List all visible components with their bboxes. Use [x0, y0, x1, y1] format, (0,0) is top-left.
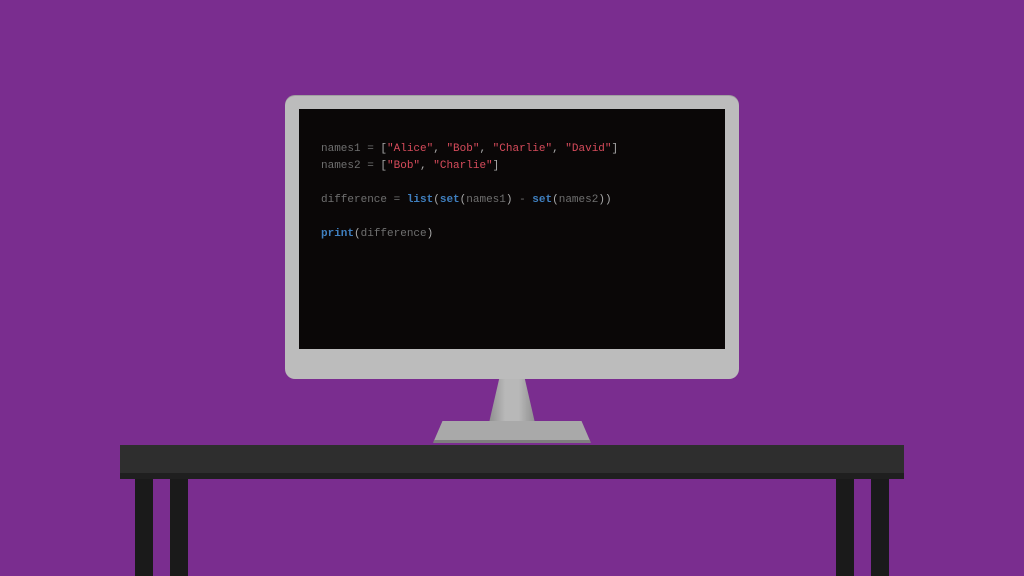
assign-op: =: [361, 160, 381, 172]
code-line-4: print(difference): [321, 228, 433, 240]
string-literal: "Bob": [387, 160, 420, 172]
desk-leg: [170, 479, 188, 576]
monitor-stand-neck: [489, 379, 535, 423]
builtin-list: list: [407, 194, 433, 206]
string-literal: "Charlie": [493, 143, 552, 155]
desk-edge: [120, 473, 904, 479]
bracket-close: ]: [612, 143, 619, 155]
paren-open: (: [354, 228, 361, 240]
paren-open: (: [552, 194, 559, 206]
variable-ref: names1: [466, 194, 506, 206]
paren-close: ): [605, 194, 612, 206]
builtin-set: set: [532, 194, 552, 206]
monitor: names1 = ["Alice", "Bob", "Charlie", "Da…: [285, 95, 739, 379]
desk-leg: [871, 479, 889, 576]
variable-name: names1: [321, 143, 361, 155]
builtin-set: set: [440, 194, 460, 206]
code-line-3: difference = list(set(names1) - set(name…: [321, 194, 612, 206]
assign-op: =: [387, 194, 407, 206]
desk-leg: [836, 479, 854, 576]
monitor-bezel: names1 = ["Alice", "Bob", "Charlie", "Da…: [285, 95, 739, 379]
comma: ,: [479, 143, 492, 155]
paren-close: ): [427, 228, 434, 240]
comma: ,: [552, 143, 565, 155]
string-literal: "Charlie": [433, 160, 492, 172]
code-line-2: names2 = ["Bob", "Charlie"]: [321, 160, 499, 172]
desk-surface: [120, 445, 904, 473]
assign-op: =: [361, 143, 381, 155]
paren-close: ): [598, 194, 605, 206]
variable-ref: difference: [361, 228, 427, 240]
monitor-stand-base: [433, 421, 591, 443]
comma: ,: [433, 143, 446, 155]
code-line-1: names1 = ["Alice", "Bob", "Charlie", "Da…: [321, 143, 618, 155]
desk-leg: [135, 479, 153, 576]
string-literal: "Alice": [387, 143, 433, 155]
paren-open: (: [433, 194, 440, 206]
code-screen: names1 = ["Alice", "Bob", "Charlie", "Da…: [299, 109, 725, 349]
comma: ,: [420, 160, 433, 172]
minus-op: -: [512, 194, 532, 206]
builtin-print: print: [321, 228, 354, 240]
string-literal: "David": [565, 143, 611, 155]
variable-name: difference: [321, 194, 387, 206]
bracket-close: ]: [493, 160, 500, 172]
variable-name: names2: [321, 160, 361, 172]
string-literal: "Bob": [446, 143, 479, 155]
variable-ref: names2: [559, 194, 599, 206]
